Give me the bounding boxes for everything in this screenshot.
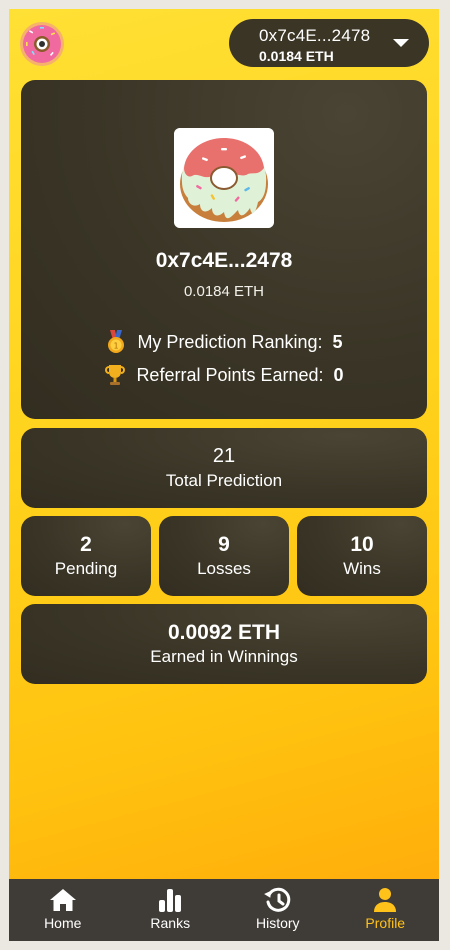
referral-points-value: 0	[333, 364, 344, 385]
wallet-address: 0x7c4E...2478	[259, 26, 371, 45]
pending-label: Pending	[54, 559, 118, 578]
prediction-ranking-label: My Prediction Ranking:	[137, 331, 323, 352]
tab-history-label: History	[255, 915, 300, 931]
donut-avatar-icon	[174, 128, 274, 228]
history-icon	[263, 887, 290, 912]
tab-ranks[interactable]: Ranks	[117, 879, 225, 941]
bar-chart-icon	[159, 889, 182, 912]
wins-label: Wins	[343, 559, 381, 578]
earned-winnings-card: 0.0092 ETH Earned in Winnings	[21, 604, 427, 684]
tab-home-label: Home	[44, 915, 82, 931]
bottom-tab-bar: Home Ranks History Profile	[9, 879, 439, 941]
wallet-dropdown[interactable]: 0x7c4E...2478 0.0184 ETH	[229, 19, 429, 67]
pending-card: 2 Pending	[21, 516, 151, 596]
user-icon	[374, 888, 397, 912]
total-prediction-label: Total Prediction	[165, 471, 283, 490]
tab-home[interactable]: Home	[9, 879, 117, 941]
referral-points-row: Referral Points Earned: 0	[21, 363, 427, 387]
losses-value: 9	[218, 533, 230, 556]
total-prediction-value: 21	[212, 445, 236, 467]
wallet-balance: 0.0184 ETH	[259, 48, 334, 64]
profile-address: 0x7c4E...2478	[155, 249, 293, 272]
medal-icon: 1	[108, 330, 125, 353]
app-screen: 0x7c4E...2478 0.0184 ETH 0x7c4E...2478 0…	[9, 9, 439, 941]
tab-profile-label: Profile	[365, 915, 406, 931]
tab-history[interactable]: History	[224, 879, 332, 941]
home-icon	[49, 889, 76, 911]
earned-winnings-value: 0.0092 ETH	[167, 621, 281, 644]
profile-balance: 0.0184 ETH	[183, 283, 265, 300]
profile-card: 0x7c4E...2478 0.0184 ETH 1 My Prediction…	[21, 80, 427, 419]
trophy-icon	[105, 365, 126, 385]
wins-value: 10	[350, 533, 374, 556]
caret-down-icon	[393, 39, 409, 47]
tab-profile[interactable]: Profile	[332, 879, 440, 941]
total-prediction-card: 21 Total Prediction	[21, 428, 427, 508]
earned-winnings-label: Earned in Winnings	[150, 647, 298, 666]
svg-text:1: 1	[114, 342, 119, 351]
tab-ranks-label: Ranks	[150, 915, 191, 931]
prediction-ranking-value: 5	[332, 331, 343, 352]
pending-value: 2	[80, 533, 92, 556]
referral-points-label: Referral Points Earned:	[136, 364, 324, 385]
wins-card: 10 Wins	[297, 516, 427, 596]
losses-card: 9 Losses	[159, 516, 289, 596]
losses-label: Losses	[197, 559, 251, 578]
donut-logo-icon[interactable]	[19, 21, 65, 67]
prediction-ranking-row: 1 My Prediction Ranking: 5	[21, 330, 427, 354]
